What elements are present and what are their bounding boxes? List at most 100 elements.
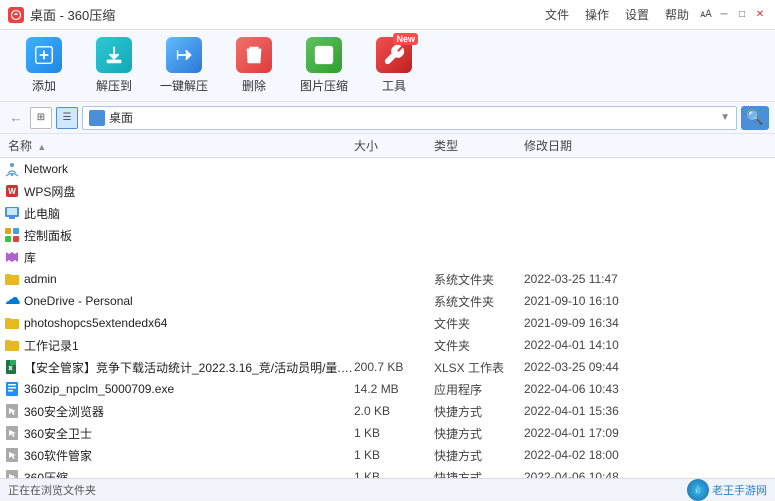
- tool-add-label: 添加: [32, 77, 56, 94]
- status-bar: 正在在浏览文件夹 💧 老王手游网: [0, 478, 775, 500]
- tool-delete-label: 删除: [242, 77, 266, 94]
- tool-tools-button[interactable]: New 工具: [360, 34, 428, 98]
- col-header-type[interactable]: 类型: [434, 137, 524, 154]
- file-icon: [4, 161, 20, 177]
- file-date: 2022-04-01 15:36: [524, 404, 775, 418]
- file-date: 2022-03-25 11:47: [524, 272, 775, 286]
- file-date: 2021-09-10 16:10: [524, 294, 775, 308]
- menu-file[interactable]: 文件: [545, 6, 569, 23]
- file-icon: [4, 447, 20, 463]
- menu-settings[interactable]: 设置: [625, 6, 649, 23]
- toolbar: 添加 解压到 一键解压 删除 图片压缩 New 工具: [0, 30, 775, 102]
- tool-delete-button[interactable]: 删除: [220, 34, 288, 98]
- path-dropdown-arrow[interactable]: ▼: [720, 112, 730, 123]
- file-row[interactable]: admin系统文件夹2022-03-25 11:47: [0, 268, 775, 290]
- tool-imgzip-button[interactable]: 图片压缩: [290, 34, 358, 98]
- col-header-name[interactable]: 名称 ▲: [4, 137, 354, 154]
- address-bar: ← ⊞ ☰ 桌面 ▼ 🔍: [0, 102, 775, 134]
- file-list[interactable]: Network WWPS网盘此电脑控制面板库 admin系统文件夹2022-03-2…: [0, 158, 775, 478]
- window-minimize[interactable]: ─: [717, 8, 731, 22]
- file-row[interactable]: 360压缩1 KB快捷方式2022-04-06 10:48: [0, 466, 775, 478]
- file-icon: [4, 469, 20, 478]
- app-icon: [8, 7, 24, 23]
- sort-name-icon: ▲: [37, 142, 46, 152]
- file-row[interactable]: OneDrive - Personal系统文件夹2021-09-10 16:10: [0, 290, 775, 312]
- file-icon: [4, 403, 20, 419]
- file-row[interactable]: photoshopcs5extendedx64 文件夹2021-09-09 16:…: [0, 312, 775, 334]
- file-name-text: WPS网盘: [24, 183, 75, 200]
- file-size: 1 KB: [354, 448, 434, 462]
- file-icon: [4, 293, 20, 309]
- menu-help[interactable]: 帮助: [665, 6, 689, 23]
- path-icon: [89, 110, 105, 126]
- file-row[interactable]: 控制面板: [0, 224, 775, 246]
- window-maximize[interactable]: □: [735, 8, 749, 22]
- file-icon: W: [4, 183, 20, 199]
- file-row[interactable]: 此电脑: [0, 202, 775, 224]
- file-type: 文件夹: [434, 315, 524, 332]
- file-type: 快捷方式: [434, 469, 524, 479]
- file-date: 2022-04-01 17:09: [524, 426, 775, 440]
- status-text: 正在在浏览文件夹: [8, 482, 96, 498]
- file-date: 2022-04-02 18:00: [524, 448, 775, 462]
- window-close[interactable]: ✕: [753, 8, 767, 22]
- file-name-text: OneDrive - Personal: [24, 294, 133, 308]
- view-list[interactable]: ☰: [56, 107, 78, 129]
- file-type: 快捷方式: [434, 403, 524, 420]
- file-row[interactable]: Network: [0, 158, 775, 180]
- file-row[interactable]: 360软件管家1 KB快捷方式2022-04-02 18:00: [0, 444, 775, 466]
- app-title: 桌面 - 360压缩: [30, 5, 115, 24]
- file-date: 2022-04-01 14:10: [524, 338, 775, 352]
- file-name-text: 库: [24, 249, 36, 266]
- file-date: 2022-03-25 09:44: [524, 360, 775, 374]
- tool-tools-label: 工具: [382, 77, 406, 94]
- file-icon: [4, 227, 20, 243]
- file-name-text: 【安全管家】竞争下载活动统计_2022.3.16_竞/活动员明/量.xlsx: [24, 359, 354, 376]
- col-header-date[interactable]: 修改日期: [524, 137, 775, 154]
- file-type: 应用程序: [434, 381, 524, 398]
- column-headers: 名称 ▲ 大小 类型 修改日期: [0, 134, 775, 158]
- file-row[interactable]: 【安全管家】竞争下载活动统计_2022.3.16_竞/活动员明/量.xlsx 20…: [0, 356, 775, 378]
- file-row[interactable]: 360zip_npclm_5000709.exe14.2 MB应用程序2022-…: [0, 378, 775, 400]
- file-icon: [4, 359, 20, 375]
- title-bar: 桌面 - 360压缩 文件 操作 设置 帮助 🗚 ─ □ ✕: [0, 0, 775, 30]
- nav-back[interactable]: ←: [6, 108, 26, 128]
- file-name-text: 360安全卫士: [24, 425, 92, 442]
- watermark: 💧 老王手游网: [687, 479, 767, 501]
- file-row[interactable]: 库: [0, 246, 775, 268]
- tool-onekey-label: 一键解压: [160, 77, 208, 94]
- file-type: XLSX 工作表: [434, 359, 524, 376]
- file-name-text: Network: [24, 162, 68, 176]
- file-row[interactable]: WWPS网盘: [0, 180, 775, 202]
- search-button[interactable]: 🔍: [741, 106, 769, 130]
- file-row[interactable]: 360安全浏览器2.0 KB快捷方式2022-04-01 15:36: [0, 400, 775, 422]
- file-row[interactable]: 360安全卫士1 KB快捷方式2022-04-01 17:09: [0, 422, 775, 444]
- path-box[interactable]: 桌面 ▼: [82, 106, 737, 130]
- file-date: 2021-09-09 16:34: [524, 316, 775, 330]
- view-grid[interactable]: ⊞: [30, 107, 52, 129]
- file-name-text: photoshopcs5extendedx64: [24, 316, 167, 330]
- path-text: 桌面: [109, 109, 720, 126]
- file-name-text: 此电脑: [24, 205, 60, 222]
- file-row[interactable]: 工作记录1文件夹2022-04-01 14:10: [0, 334, 775, 356]
- file-icon: [4, 425, 20, 441]
- new-badge: New: [393, 33, 418, 45]
- tool-onekey-button[interactable]: 一键解压: [150, 34, 218, 98]
- menu-operate[interactable]: 操作: [585, 6, 609, 23]
- tool-imgzip-label: 图片压缩: [300, 77, 348, 94]
- file-icon: [4, 315, 20, 331]
- file-size: 14.2 MB: [354, 382, 434, 396]
- tool-extract-button[interactable]: 解压到: [80, 34, 148, 98]
- window-controls: 🗚 ─ □ ✕: [699, 6, 767, 23]
- file-name-text: 控制面板: [24, 227, 72, 244]
- file-icon: [4, 249, 20, 265]
- file-name-text: 360软件管家: [24, 447, 92, 464]
- file-size: 2.0 KB: [354, 404, 434, 418]
- file-name-text: admin: [24, 272, 57, 286]
- file-date: 2022-04-06 10:43: [524, 382, 775, 396]
- tool-add-button[interactable]: 添加: [10, 34, 78, 98]
- window-tray-icon[interactable]: 🗚: [699, 8, 713, 22]
- col-header-size[interactable]: 大小: [354, 137, 434, 154]
- file-name-text: 工作记录1: [24, 337, 79, 354]
- file-size: 1 KB: [354, 426, 434, 440]
